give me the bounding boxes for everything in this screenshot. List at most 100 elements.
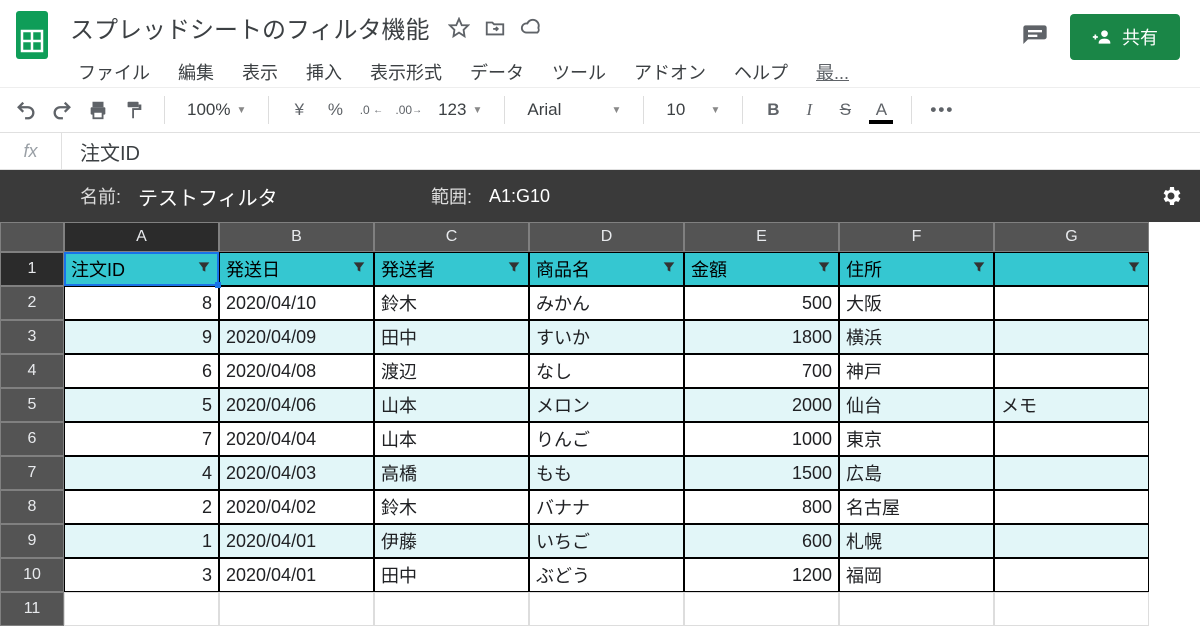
cell[interactable] <box>994 320 1149 354</box>
cell[interactable]: 福岡 <box>839 558 994 592</box>
cell[interactable]: 2020/04/04 <box>219 422 374 456</box>
move-folder-icon[interactable] <box>484 17 506 39</box>
cell[interactable]: 神戸 <box>839 354 994 388</box>
cell[interactable]: もも <box>529 456 684 490</box>
cell[interactable] <box>994 558 1149 592</box>
row-header[interactable]: 6 <box>0 422 64 456</box>
cell[interactable]: バナナ <box>529 490 684 524</box>
cell[interactable]: 鈴木 <box>374 490 529 524</box>
cell[interactable]: 800 <box>684 490 839 524</box>
star-icon[interactable] <box>448 17 470 39</box>
menu-view[interactable]: 表示 <box>230 57 290 87</box>
cell[interactable]: 500 <box>684 286 839 320</box>
cell[interactable]: 700 <box>684 354 839 388</box>
formula-input[interactable] <box>62 140 1200 163</box>
redo-button[interactable] <box>46 94 78 126</box>
cell[interactable]: 1000 <box>684 422 839 456</box>
row-header[interactable]: 10 <box>0 558 64 592</box>
cell[interactable]: 名古屋 <box>839 490 994 524</box>
cell[interactable] <box>994 592 1149 626</box>
column-header[interactable]: G <box>994 222 1149 252</box>
menu-help[interactable]: ヘルプ <box>722 57 800 87</box>
document-title[interactable]: スプレッドシートのフィルタ機能 <box>66 8 434 47</box>
format-currency-button[interactable]: ¥ <box>283 94 315 126</box>
cell[interactable]: 渡辺 <box>374 354 529 388</box>
row-header[interactable]: 8 <box>0 490 64 524</box>
cell[interactable]: 山本 <box>374 388 529 422</box>
filter-icon[interactable] <box>1126 259 1142 280</box>
cell[interactable]: 2 <box>64 490 219 524</box>
cell[interactable]: 2020/04/01 <box>219 558 374 592</box>
cell[interactable]: 4 <box>64 456 219 490</box>
filter-icon[interactable] <box>971 259 987 280</box>
font-size-dropdown[interactable]: 10▼ <box>658 100 728 120</box>
cell[interactable]: 仙台 <box>839 388 994 422</box>
print-button[interactable] <box>82 94 114 126</box>
filter-range-input[interactable] <box>482 183 602 210</box>
header-cell[interactable]: 発送日 <box>219 252 374 286</box>
text-color-button[interactable]: A <box>865 94 897 126</box>
cell[interactable]: メロン <box>529 388 684 422</box>
filter-name-input[interactable] <box>131 182 351 211</box>
cell[interactable]: 広島 <box>839 456 994 490</box>
header-cell[interactable]: 商品名 <box>529 252 684 286</box>
filter-icon[interactable] <box>661 259 677 280</box>
cell[interactable]: 2020/04/08 <box>219 354 374 388</box>
select-all-corner[interactable] <box>0 222 64 252</box>
cell[interactable] <box>994 286 1149 320</box>
cell[interactable]: 2000 <box>684 388 839 422</box>
cloud-status-icon[interactable] <box>520 17 542 39</box>
share-button[interactable]: 共有 <box>1070 14 1180 60</box>
cell[interactable]: 8 <box>64 286 219 320</box>
cell[interactable]: 9 <box>64 320 219 354</box>
increase-decimal-button[interactable]: .00→ <box>391 94 426 126</box>
menu-tools[interactable]: ツール <box>540 57 618 87</box>
cell[interactable]: 山本 <box>374 422 529 456</box>
cell[interactable] <box>839 592 994 626</box>
cell[interactable]: 2020/04/03 <box>219 456 374 490</box>
bold-button[interactable]: B <box>757 94 789 126</box>
cell[interactable]: いちご <box>529 524 684 558</box>
filter-settings-button[interactable] <box>1156 181 1186 211</box>
row-header[interactable]: 1 <box>0 252 64 286</box>
cell[interactable] <box>994 524 1149 558</box>
cell[interactable]: 高橋 <box>374 456 529 490</box>
cell[interactable]: 横浜 <box>839 320 994 354</box>
cell[interactable] <box>64 592 219 626</box>
cell[interactable]: 大阪 <box>839 286 994 320</box>
cell[interactable]: 2020/04/06 <box>219 388 374 422</box>
cell[interactable] <box>994 456 1149 490</box>
header-cell[interactable]: 発送者 <box>374 252 529 286</box>
cell[interactable]: 1200 <box>684 558 839 592</box>
column-header[interactable]: A <box>64 222 219 252</box>
cell[interactable]: 6 <box>64 354 219 388</box>
column-header[interactable]: F <box>839 222 994 252</box>
cell[interactable]: メモ <box>994 388 1149 422</box>
comments-icon[interactable] <box>1018 20 1052 54</box>
column-header[interactable]: E <box>684 222 839 252</box>
cell[interactable] <box>994 354 1149 388</box>
row-header[interactable]: 4 <box>0 354 64 388</box>
cell[interactable]: 1 <box>64 524 219 558</box>
strikethrough-button[interactable]: S <box>829 94 861 126</box>
row-header[interactable]: 3 <box>0 320 64 354</box>
menu-data[interactable]: データ <box>458 57 536 87</box>
cell[interactable]: 伊藤 <box>374 524 529 558</box>
cell[interactable]: 1800 <box>684 320 839 354</box>
cell[interactable] <box>219 592 374 626</box>
sheets-app-icon[interactable] <box>12 8 52 62</box>
spreadsheet-grid[interactable]: ABCDEFG1注文ID発送日発送者商品名金額住所282020/04/10鈴木み… <box>0 222 1200 626</box>
cell[interactable]: 2020/04/10 <box>219 286 374 320</box>
cell[interactable]: 鈴木 <box>374 286 529 320</box>
cell[interactable] <box>684 592 839 626</box>
cell[interactable]: 5 <box>64 388 219 422</box>
cell[interactable]: 7 <box>64 422 219 456</box>
column-header[interactable]: B <box>219 222 374 252</box>
header-cell[interactable]: 注文ID <box>64 252 219 286</box>
cell[interactable] <box>994 490 1149 524</box>
menu-format[interactable]: 表示形式 <box>358 57 454 87</box>
column-header[interactable]: C <box>374 222 529 252</box>
cell[interactable]: 札幌 <box>839 524 994 558</box>
more-formats-dropdown[interactable]: 123▼ <box>430 100 490 120</box>
cell[interactable] <box>374 592 529 626</box>
